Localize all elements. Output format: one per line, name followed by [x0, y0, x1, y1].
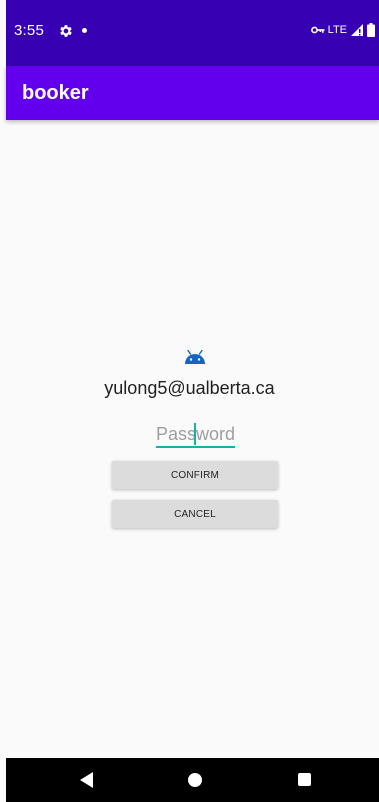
android-icon [185, 350, 205, 364]
notification-dot-icon [82, 28, 87, 33]
status-bar: 3:55 LTE [6, 0, 379, 66]
screen: 3:55 LTE booker yulong5@ualberta.ca CONF… [0, 0, 379, 802]
account-email: yulong5@ualberta.ca [104, 378, 275, 398]
battery-icon [367, 23, 375, 37]
app-bar: booker [6, 66, 379, 120]
status-time: 3:55 [14, 22, 44, 39]
vpn-key-icon [310, 26, 325, 34]
network-type: LTE [327, 24, 347, 36]
navigation-bar [6, 758, 379, 802]
gear-icon [60, 25, 72, 37]
cancel-button[interactable]: CANCEL [112, 500, 278, 528]
login-content: yulong5@ualberta.ca CONFIRM CANCEL [6, 120, 379, 758]
text-cursor [194, 423, 196, 445]
password-field[interactable] [156, 422, 235, 450]
confirm-button[interactable]: CONFIRM [112, 461, 278, 489]
home-icon[interactable] [188, 773, 202, 787]
signal-icon [351, 24, 363, 36]
recents-icon[interactable] [298, 773, 311, 786]
app-title: booker [22, 82, 89, 104]
back-icon[interactable] [80, 772, 93, 788]
status-indicators: LTE [310, 20, 375, 40]
